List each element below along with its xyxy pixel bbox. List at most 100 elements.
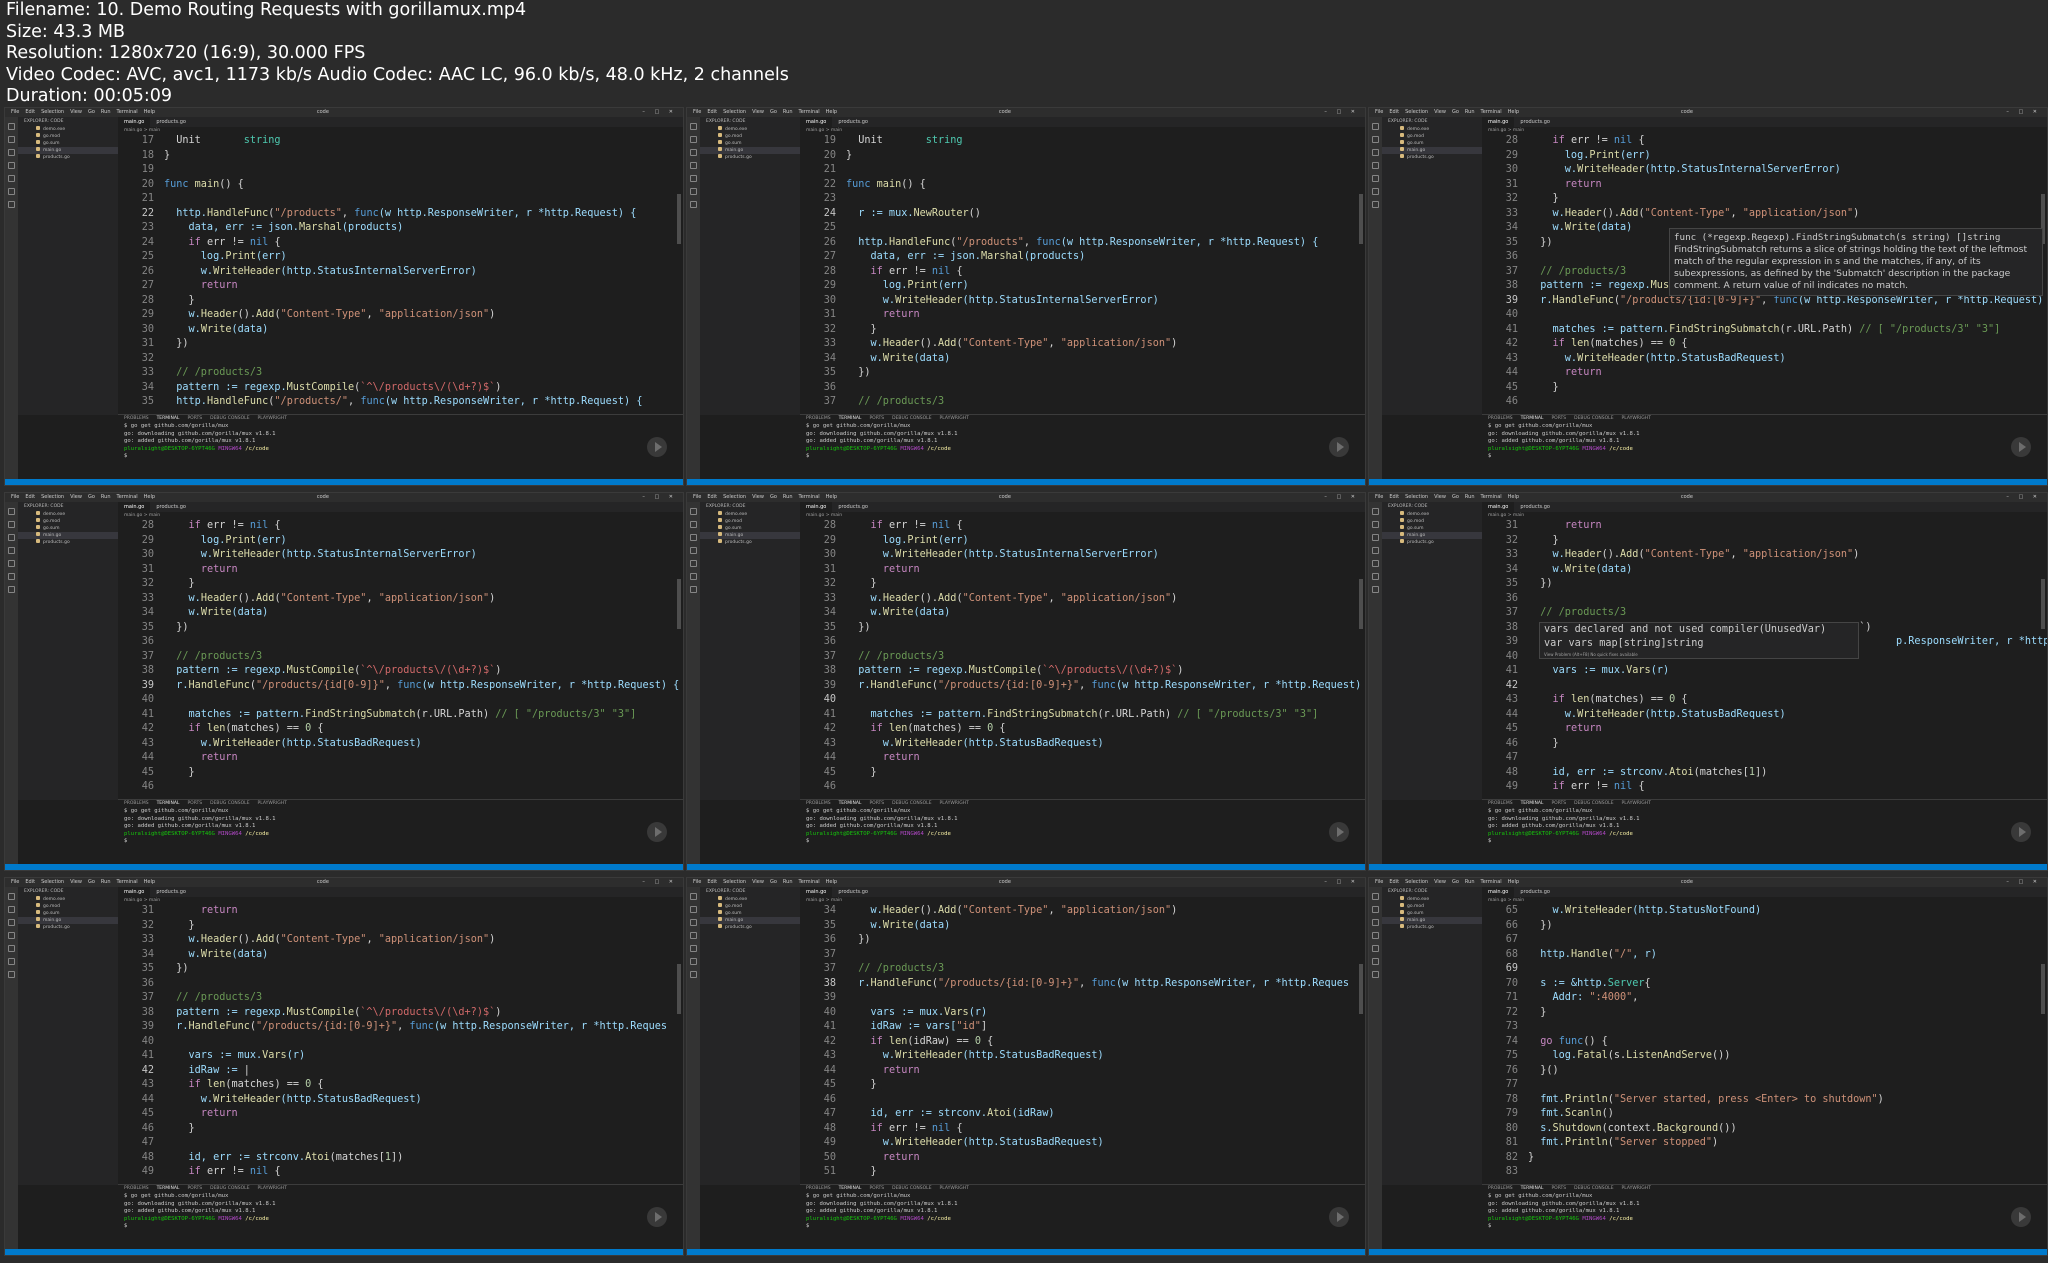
editor-tab[interactable]: products.go: [832, 117, 874, 127]
file-tree-item[interactable]: demo.exe: [18, 511, 118, 518]
editor-tab[interactable]: products.go: [1514, 887, 1556, 897]
menu-item[interactable]: View: [1434, 108, 1446, 117]
panel-tab[interactable]: DEBUG CONSOLE: [210, 416, 249, 421]
panel-tab[interactable]: PORTS: [187, 801, 202, 806]
run-debug-icon[interactable]: [1372, 162, 1379, 169]
menu-item[interactable]: Terminal: [799, 878, 820, 887]
run-debug-icon[interactable]: [8, 162, 15, 169]
window-controls[interactable]: – □ ✕: [642, 108, 677, 117]
panel-tab[interactable]: PORTS: [1551, 416, 1566, 421]
file-tree-item[interactable]: go.sum: [18, 910, 118, 917]
file-tree-item[interactable]: products.go: [1382, 539, 1482, 546]
source-control-icon[interactable]: [8, 149, 15, 156]
menu-item[interactable]: Terminal: [1481, 108, 1502, 117]
editor-tab[interactable]: main.go: [118, 502, 151, 512]
menu-item[interactable]: Terminal: [1481, 493, 1502, 502]
search-icon[interactable]: [1372, 906, 1379, 913]
file-tree-item[interactable]: products.go: [18, 154, 118, 161]
menu-item[interactable]: Selection: [41, 493, 64, 502]
testing-icon[interactable]: [1372, 188, 1379, 195]
files-icon[interactable]: [8, 123, 15, 130]
terminal-output[interactable]: $ go get github.com/gorilla/mux go: downl…: [1482, 808, 2047, 846]
editor-tab[interactable]: main.go: [118, 117, 151, 127]
files-icon[interactable]: [8, 893, 15, 900]
editor-scrollbar[interactable]: [2041, 579, 2045, 629]
menu-item[interactable]: File: [11, 108, 19, 117]
panel-tab[interactable]: PROBLEMS: [124, 801, 149, 806]
file-tree-item[interactable]: demo.exe: [700, 126, 800, 133]
menu-item[interactable]: Terminal: [117, 493, 138, 502]
menu-item[interactable]: Edit: [25, 108, 35, 117]
docker-icon[interactable]: [690, 586, 697, 593]
menu-item[interactable]: Help: [144, 108, 155, 117]
menu-item[interactable]: Help: [1508, 878, 1519, 887]
terminal-output[interactable]: $ go get github.com/gorilla/mux go: downl…: [1482, 423, 2047, 461]
file-tree-item[interactable]: demo.exe: [1382, 126, 1482, 133]
editor-tab[interactable]: products.go: [1514, 117, 1556, 127]
terminal-output[interactable]: $ go get github.com/gorilla/mux go: downl…: [118, 808, 683, 846]
menu-item[interactable]: Selection: [1405, 493, 1428, 502]
panel-tab[interactable]: PROBLEMS: [1488, 416, 1513, 421]
menu-item[interactable]: View: [1434, 878, 1446, 887]
file-tree-item[interactable]: main.go: [700, 532, 800, 539]
docker-icon[interactable]: [8, 201, 15, 208]
files-icon[interactable]: [690, 893, 697, 900]
file-tree-item[interactable]: products.go: [1382, 154, 1482, 161]
panel-tab[interactable]: TERMINAL: [839, 416, 862, 421]
docker-icon[interactable]: [1372, 586, 1379, 593]
panel-tab[interactable]: PROBLEMS: [1488, 1186, 1513, 1191]
menu-item[interactable]: Go: [770, 878, 777, 887]
editor-tab[interactable]: main.go: [1482, 117, 1515, 127]
play-overlay-icon[interactable]: [647, 437, 667, 457]
files-icon[interactable]: [1372, 123, 1379, 130]
editor-tab[interactable]: main.go: [800, 502, 833, 512]
panel-tab[interactable]: PROBLEMS: [124, 1186, 149, 1191]
code-editor[interactable]: 65 w.WriteHeader(http.StatusNotFound) 66 …: [1482, 904, 2047, 1184]
testing-icon[interactable]: [690, 958, 697, 965]
source-control-icon[interactable]: [690, 919, 697, 926]
menu-item[interactable]: File: [1375, 108, 1383, 117]
menu-item[interactable]: Edit: [1389, 493, 1399, 502]
file-tree-item[interactable]: main.go: [18, 147, 118, 154]
panel-tab[interactable]: PLAYWRIGHT: [258, 1186, 287, 1191]
terminal-output[interactable]: $ go get github.com/gorilla/mux go: downl…: [800, 808, 1365, 846]
panel-tab[interactable]: PORTS: [187, 1186, 202, 1191]
window-controls[interactable]: – □ ✕: [2006, 878, 2041, 887]
file-tree-item[interactable]: go.mod: [18, 133, 118, 140]
file-tree-item[interactable]: go.sum: [700, 910, 800, 917]
run-debug-icon[interactable]: [690, 932, 697, 939]
menu-item[interactable]: Go: [770, 108, 777, 117]
code-editor[interactable]: 19 Unit string 20} 21 22 func main() {23 24 r…: [800, 134, 1365, 414]
run-debug-icon[interactable]: [1372, 547, 1379, 554]
menu-item[interactable]: Go: [1452, 108, 1459, 117]
menu-item[interactable]: Selection: [1405, 878, 1428, 887]
panel-tab[interactable]: PORTS: [869, 801, 884, 806]
panel-tab[interactable]: PLAYWRIGHT: [940, 416, 969, 421]
menu-item[interactable]: File: [693, 108, 701, 117]
file-tree-item[interactable]: demo.exe: [1382, 511, 1482, 518]
menu-item[interactable]: Selection: [723, 493, 746, 502]
window-controls[interactable]: – □ ✕: [2006, 108, 2041, 117]
menu-item[interactable]: View: [752, 108, 764, 117]
window-controls[interactable]: – □ ✕: [1324, 493, 1359, 502]
files-icon[interactable]: [8, 508, 15, 515]
play-overlay-icon[interactable]: [1329, 822, 1349, 842]
menu-item[interactable]: Edit: [1389, 878, 1399, 887]
testing-icon[interactable]: [1372, 573, 1379, 580]
terminal-output[interactable]: $ go get github.com/gorilla/mux go: downl…: [118, 1193, 683, 1231]
menu-item[interactable]: Terminal: [1481, 878, 1502, 887]
menu-item[interactable]: Help: [144, 493, 155, 502]
editor-tab[interactable]: main.go: [118, 887, 151, 897]
search-icon[interactable]: [1372, 136, 1379, 143]
panel-tab[interactable]: TERMINAL: [157, 801, 180, 806]
panel-tab[interactable]: TERMINAL: [1521, 416, 1544, 421]
menu-item[interactable]: View: [752, 878, 764, 887]
code-editor[interactable]: 34 w.Header().Add("Content-Type", "appli…: [800, 904, 1365, 1184]
panel-tab[interactable]: PROBLEMS: [1488, 801, 1513, 806]
file-tree-item[interactable]: main.go: [18, 532, 118, 539]
panel-tab[interactable]: DEBUG CONSOLE: [1574, 1186, 1613, 1191]
file-tree-item[interactable]: go.sum: [18, 140, 118, 147]
menu-item[interactable]: Run: [783, 108, 793, 117]
extensions-icon[interactable]: [690, 945, 697, 952]
menu-item[interactable]: File: [1375, 878, 1383, 887]
